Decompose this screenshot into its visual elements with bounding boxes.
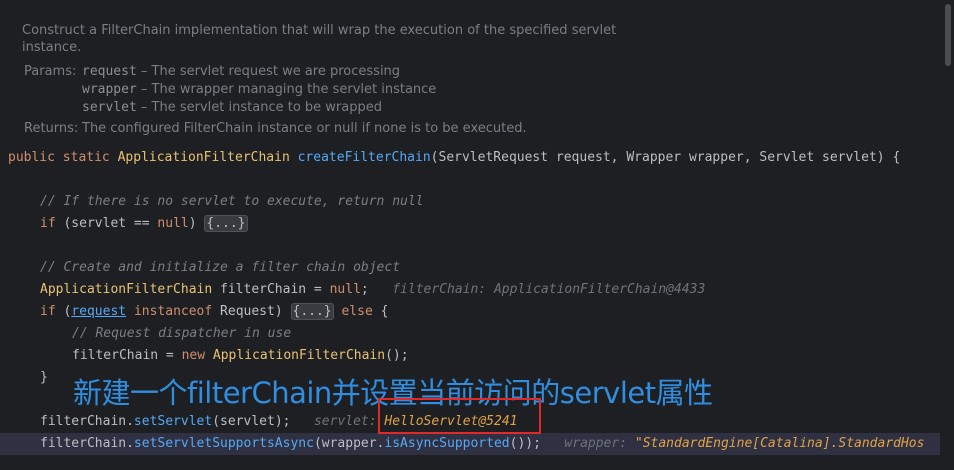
vertical-scrollbar[interactable] — [940, 0, 954, 470]
doc-params-label: Params: — [24, 64, 77, 79]
doc-description: Construct a FilterChain implementation t… — [22, 23, 617, 55]
doc-returns-label: Returns: — [24, 121, 79, 136]
code-line-if-request-instanceof[interactable]: if (request instanceof Request) {...} el… — [0, 301, 954, 323]
quick-documentation-popup: Construct a FilterChain implementation t… — [0, 12, 940, 142]
code-line-set-supports-async-current[interactable]: filterChain.setServletSupportsAsync(wrap… — [0, 433, 954, 455]
doc-param-request: request – The servlet request we are pro… — [82, 64, 401, 79]
code-line-comment-no-servlet[interactable]: // If there is no servlet to execute, re… — [0, 191, 954, 213]
code-line-filterchain-declaration[interactable]: ApplicationFilterChain filterChain = nul… — [0, 279, 954, 301]
code-line-if-servlet-null[interactable]: if (servlet == null) {...} — [0, 213, 954, 235]
folded-code-block[interactable]: {...} — [290, 303, 334, 320]
code-line-new-filterchain[interactable]: filterChain = new ApplicationFilterChain… — [0, 345, 954, 367]
doc-returns-text: The configured FilterChain instance or n… — [82, 121, 527, 136]
inline-debug-label-servlet: servlet: — [313, 414, 377, 429]
doc-param-wrapper: wrapper – The wrapper managing the servl… — [82, 82, 437, 97]
doc-param-servlet: servlet – The servlet instance to be wra… — [82, 100, 382, 115]
scrollbar-thumb[interactable] — [945, 4, 951, 66]
request-variable-link[interactable]: request — [71, 304, 126, 319]
inline-debug-label-wrapper: wrapper: — [564, 436, 628, 451]
code-line-method-signature[interactable]: public static ApplicationFilterChain cre… — [0, 147, 948, 169]
highlight-box — [378, 398, 541, 434]
folded-code-block[interactable]: {...} — [204, 215, 248, 232]
inline-debug-value-wrapper: "StandardEngine[Catalina].StandardHos — [634, 436, 925, 451]
code-editor[interactable]: Construct a FilterChain implementation t… — [0, 0, 954, 470]
code-line-comment-create-chain[interactable]: // Create and initialize a filter chain … — [0, 257, 954, 279]
code-line-comment-dispatcher[interactable]: // Request dispatcher in use — [0, 323, 954, 345]
inline-debug-value-filterchain: filterChain: ApplicationFilterChain@4433 — [392, 282, 706, 297]
